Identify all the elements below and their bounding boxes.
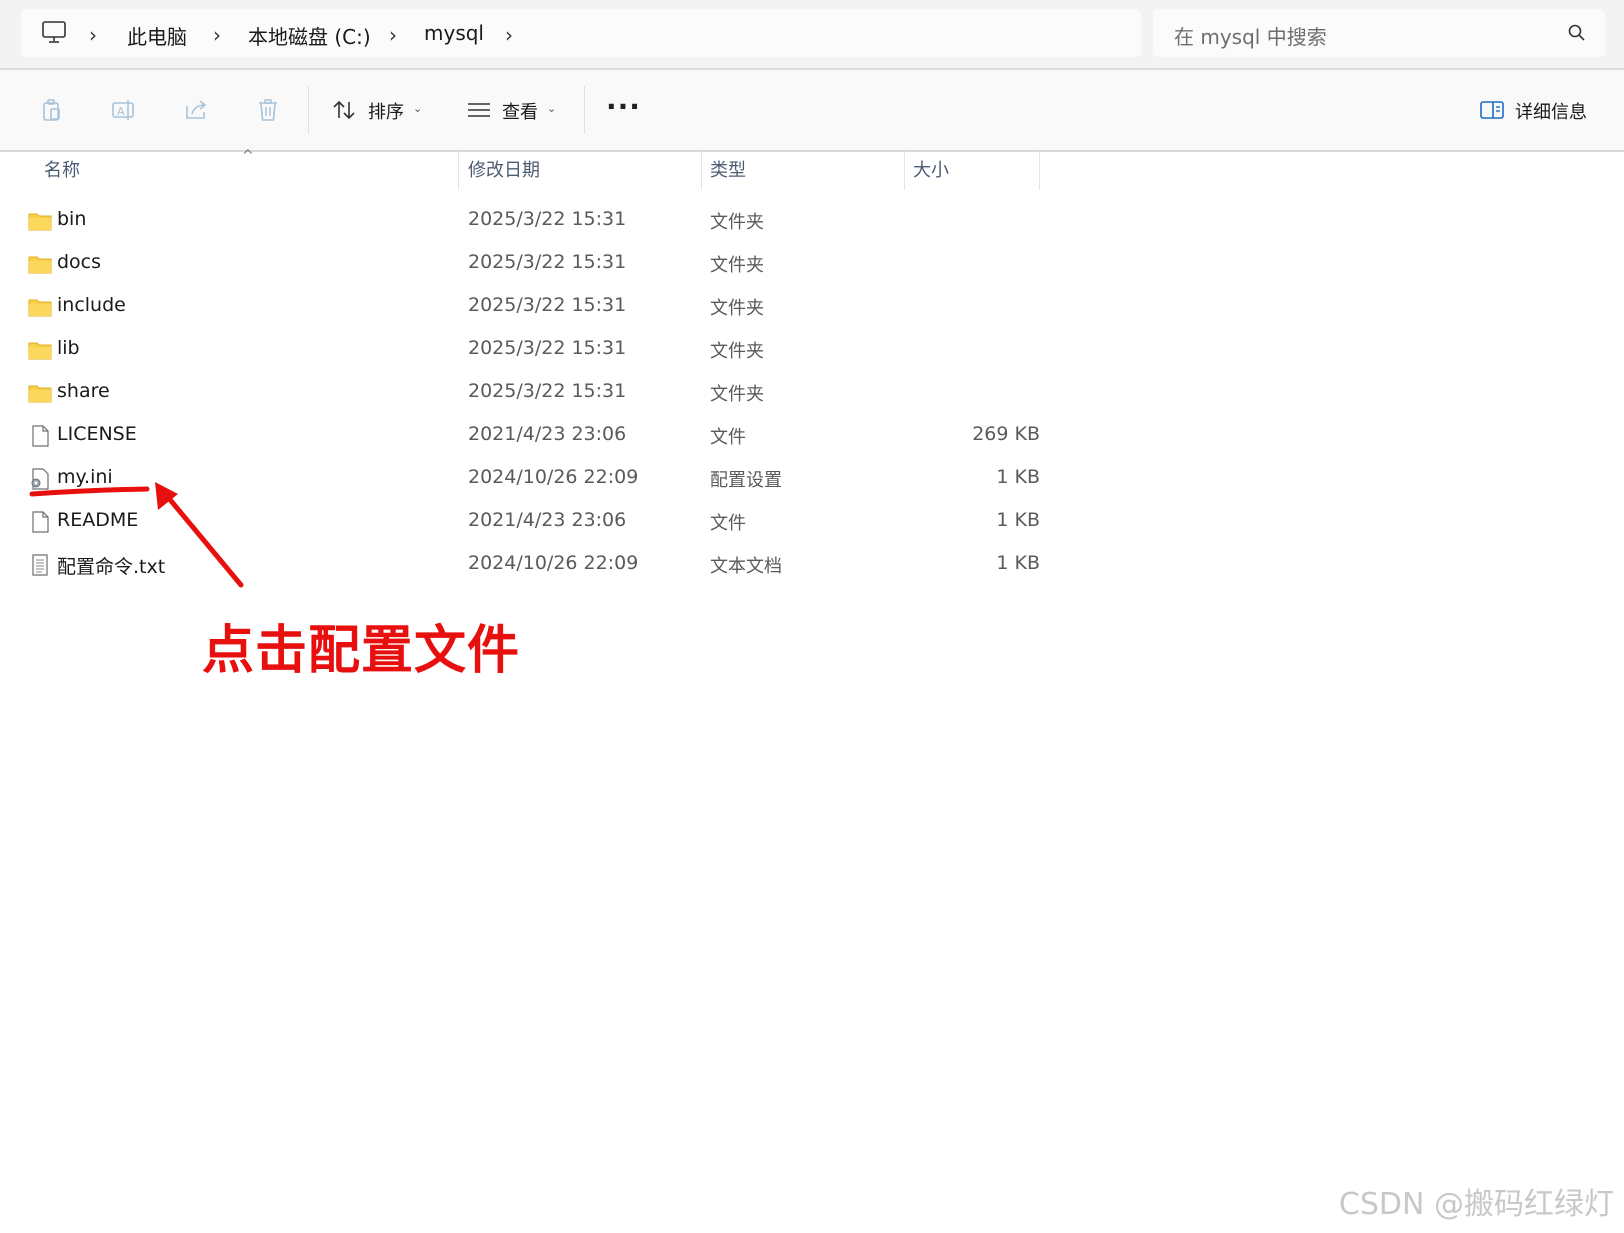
watermark: CSDN @搬码红绿灯 bbox=[1338, 1187, 1614, 1222]
annotation-underline bbox=[29, 486, 150, 497]
annotation-arrow bbox=[159, 487, 244, 588]
annotation-text: 点击配置文件 bbox=[202, 621, 521, 681]
